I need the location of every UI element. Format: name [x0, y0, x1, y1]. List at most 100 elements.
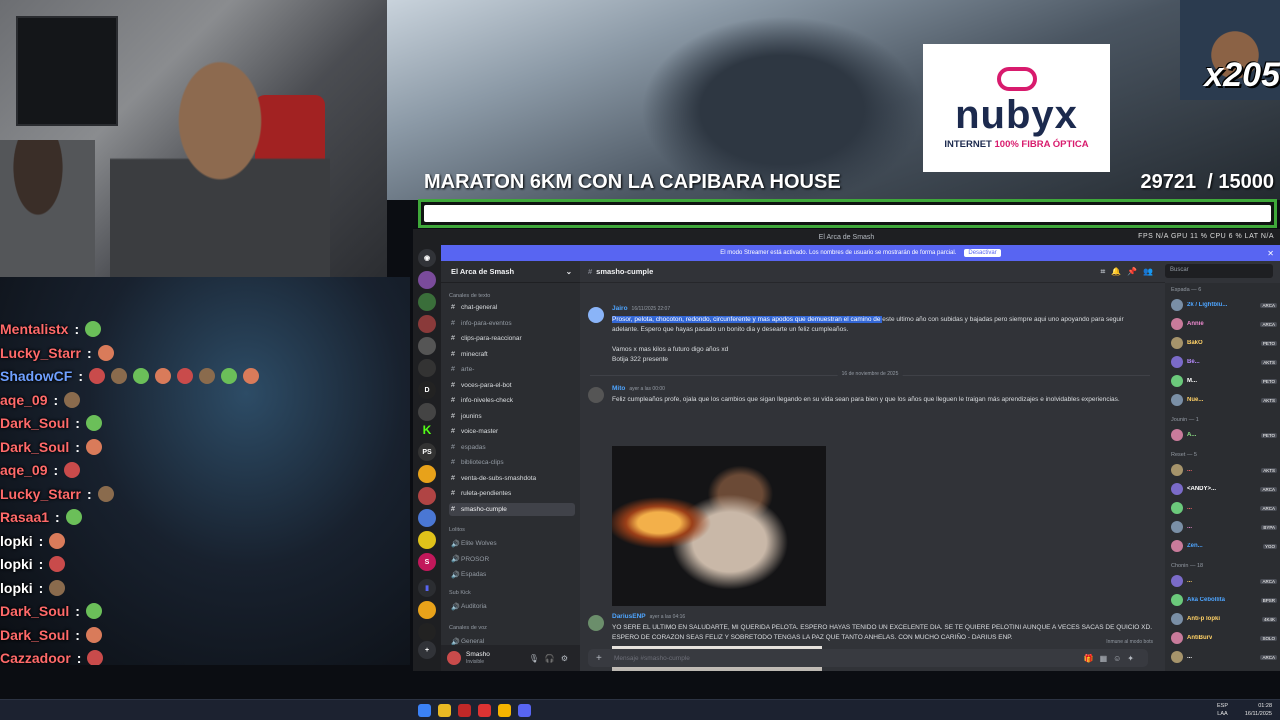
emote-icon [155, 368, 172, 384]
discord-taskbar-icon[interactable] [518, 704, 531, 717]
member-tag: SOLO [1260, 635, 1277, 641]
background-person [0, 140, 95, 277]
member-item[interactable]: ... ARCA [1171, 573, 1277, 589]
close-icon[interactable]: ✕ [1267, 249, 1274, 258]
member-item[interactable]: 2k / Lightblu... ARCA [1171, 297, 1277, 313]
channel-item[interactable]: # venta-de-subs-smashdota [449, 472, 575, 485]
server-icon[interactable] [418, 337, 436, 355]
channel-item[interactable]: 🔊 Auditoria [449, 600, 575, 613]
channel-item[interactable]: # info-niveles-check [449, 394, 575, 407]
disable-streamer-mode-button[interactable]: Desactivar [964, 249, 1001, 257]
channel-item[interactable]: # arte- [449, 363, 575, 376]
member-item[interactable]: Be... AKTS [1171, 354, 1277, 370]
channel-item[interactable]: # voice-master [449, 425, 575, 438]
file-explorer-icon[interactable] [438, 704, 451, 717]
server-icon[interactable] [418, 601, 436, 619]
member-item[interactable]: Annie ARCA [1171, 316, 1277, 332]
server-icon[interactable] [418, 271, 436, 289]
server-icon[interactable] [418, 293, 436, 311]
member-item[interactable]: Nue... AKTS [1171, 392, 1277, 408]
discord-home-icon[interactable]: ◉ [418, 249, 436, 267]
message-author[interactable]: Mito ayer a las 00:00 [612, 385, 665, 392]
app-icon[interactable] [478, 704, 491, 717]
server-icon[interactable] [418, 315, 436, 333]
multiplier-text: x205 [1204, 56, 1280, 94]
member-item[interactable]: Anti-p lopki 4K4K [1171, 611, 1277, 627]
member-item[interactable]: <ANDY>... ARCA [1171, 481, 1277, 497]
emote-icon [49, 556, 66, 572]
channel-item[interactable]: # smasho-cumple [449, 502, 575, 516]
member-item[interactable]: BakO PETO [1171, 335, 1277, 351]
member-name: Aka Cebollita [1187, 597, 1226, 603]
chat-message: Dark_Soul: [0, 436, 102, 458]
app-icon[interactable] [458, 704, 471, 717]
chat-message: Lucky_Starr: [0, 342, 114, 364]
server-icon[interactable] [418, 403, 436, 421]
message-author[interactable]: Jairo 16/11/2025 22:07 [612, 305, 670, 312]
channel-item[interactable]: # info-para-eventos [449, 317, 575, 330]
avatar[interactable] [588, 387, 604, 403]
member-item[interactable]: Zen... YGO [1171, 538, 1277, 554]
category-lolitos[interactable]: Lolitos [449, 527, 465, 533]
server-icon[interactable] [418, 487, 436, 505]
server-icon[interactable]: S [418, 553, 436, 571]
kick-icon[interactable]: K [418, 421, 436, 439]
member-item[interactable]: ... ARCA [1171, 500, 1277, 516]
avatar[interactable] [588, 307, 604, 323]
avatar[interactable] [588, 615, 604, 631]
chat-colon: : [75, 415, 80, 431]
chat-username: Lucky_Starr [0, 485, 81, 502]
server-icon[interactable]: D [418, 381, 436, 399]
server-icon[interactable] [418, 359, 436, 377]
channel-item[interactable]: # clips-para-reaccionar [449, 332, 575, 345]
start-icon[interactable] [418, 704, 431, 717]
search-input[interactable]: Buscar [1165, 264, 1273, 278]
avatar[interactable] [447, 651, 461, 665]
server-icon[interactable]: PS [418, 443, 436, 461]
channel-item[interactable]: # minecraft [449, 348, 575, 361]
channel-item[interactable]: 🔊 Elite Wolves [449, 537, 575, 550]
chat-username: Dark_Soul [0, 438, 70, 455]
category-subkick[interactable]: Sub Kick [449, 590, 471, 596]
header-action-icons[interactable]: ⌗🔔📌👥 [1101, 267, 1159, 277]
message-author[interactable]: DariusENP ayer a las 04:16 [612, 613, 685, 620]
channel-item[interactable]: # biblioteca-clips [449, 456, 575, 469]
channel-item[interactable]: # chat-general [449, 301, 575, 314]
server-icon[interactable] [418, 509, 436, 527]
birthday-cake-photo[interactable] [612, 446, 826, 606]
channel-item[interactable]: # jounins [449, 410, 575, 423]
channel-item[interactable]: # espadas [449, 441, 575, 454]
member-item[interactable]: M... PETO [1171, 373, 1277, 389]
avatar [1171, 651, 1183, 663]
member-item[interactable]: Aka Cebollita BPSR [1171, 592, 1277, 608]
guild-header[interactable]: El Arca de Smash ⌄ [441, 261, 580, 283]
mic-headset-settings-icons[interactable]: 🎙🎧⚙ [529, 654, 574, 663]
chat-message: lopki: [0, 553, 66, 575]
add-attachment-icon[interactable]: + [596, 653, 602, 664]
member-item[interactable]: A... PETO [1171, 427, 1277, 443]
chrome-icon[interactable] [498, 704, 511, 717]
message-composer[interactable]: + Mensaje #smasho-cumple 🎁▦☺✦ [588, 649, 1148, 667]
language-indicator[interactable]: ESP LAA [1217, 702, 1228, 718]
channel-item[interactable]: 🔊 Espadas [449, 568, 575, 581]
member-name: AntiBurv [1187, 635, 1213, 641]
server-icon[interactable] [418, 465, 436, 483]
member-item[interactable]: ... AKTS [1171, 462, 1277, 478]
channel-item[interactable]: # voces-para-el-bot [449, 379, 575, 392]
chat-username: lopki [0, 532, 33, 549]
channel-name: smasho-cumple [461, 505, 507, 513]
speaker-icon: 🔊 [451, 556, 460, 563]
composer-tools-icons[interactable]: 🎁▦☺✦ [1084, 654, 1140, 663]
channel-item[interactable]: 🔊 PROSOR [449, 553, 575, 566]
channel-item[interactable]: # ruleta-pendientes [449, 487, 575, 500]
system-tray[interactable]: ESP LAA 01:28 16/11/2025 [1217, 702, 1272, 718]
member-item[interactable]: ... BYPA [1171, 519, 1277, 535]
folder-icon[interactable]: ▮ [418, 579, 436, 597]
category-text[interactable]: Canales de texto [449, 293, 490, 299]
member-item[interactable]: AntiBurv SOLO [1171, 630, 1277, 646]
add-server-icon[interactable]: + [418, 641, 436, 659]
server-icon[interactable] [418, 623, 436, 641]
category-voice[interactable]: Canales de voz [449, 625, 487, 631]
member-item[interactable]: ... ARCA [1171, 649, 1277, 665]
server-icon[interactable] [418, 531, 436, 549]
